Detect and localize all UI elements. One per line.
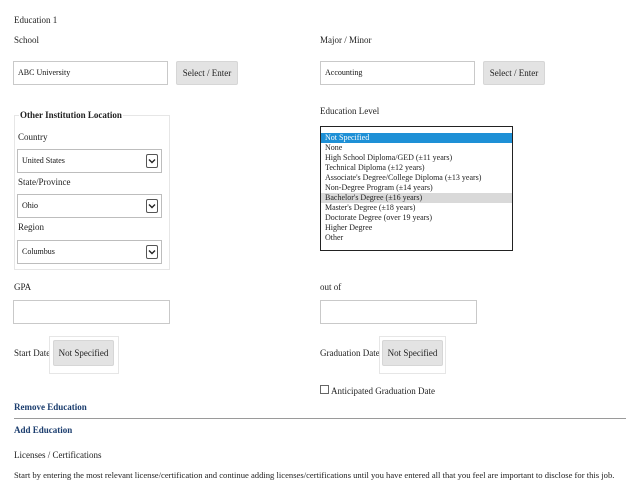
start-date-label: Start Date [14, 348, 51, 358]
anticipated-graduation-label: Anticipated Graduation Date [331, 386, 435, 396]
major-select-button[interactable]: Select / Enter [483, 61, 545, 85]
school-select-button[interactable]: Select / Enter [176, 61, 238, 85]
education-level-label: Education Level [320, 106, 380, 116]
state-label: State/Province [18, 177, 71, 187]
state-select[interactable]: Ohio [17, 194, 162, 218]
gpa-label: GPA [14, 282, 32, 292]
out-of-input[interactable] [320, 300, 477, 324]
graduation-date-button[interactable]: Not Specified [382, 340, 443, 366]
education-level-option[interactable]: Higher Degree [321, 223, 512, 233]
chevron-down-icon [146, 199, 158, 213]
education-level-option[interactable]: Other [321, 233, 512, 243]
region-label: Region [18, 222, 44, 232]
institution-location-heading: Other Institution Location [19, 110, 123, 120]
education-level-option[interactable]: Non-Degree Program (±14 years) [321, 183, 512, 193]
anticipated-graduation-checkbox[interactable] [320, 385, 329, 394]
country-label: Country [18, 132, 48, 142]
section-title: Education 1 [14, 15, 58, 25]
licenses-instructions: Start by entering the most relevant lice… [14, 470, 615, 480]
chevron-down-icon [146, 154, 158, 168]
education-level-option[interactable]: Bachelor's Degree (±16 years) [321, 193, 512, 203]
divider [14, 418, 626, 419]
state-select-value: Ohio [22, 201, 38, 210]
graduation-date-label: Graduation Date [320, 348, 380, 358]
add-education-link[interactable]: Add Education [14, 425, 72, 435]
school-label: School [14, 35, 40, 45]
major-label: Major / Minor [320, 35, 372, 45]
start-date-button[interactable]: Not Specified [53, 340, 114, 366]
major-input[interactable]: Accounting [320, 61, 475, 85]
chevron-down-icon [146, 245, 158, 259]
education-level-option[interactable]: Associate's Degree/College Diploma (±13 … [321, 173, 512, 183]
education-level-listbox[interactable]: Not Specified None High School Diploma/G… [320, 126, 513, 251]
remove-education-link[interactable]: Remove Education [14, 402, 87, 412]
education-level-option[interactable]: Doctorate Degree (over 19 years) [321, 213, 512, 223]
school-input[interactable]: ABC University [13, 61, 168, 85]
education-level-option[interactable]: None [321, 143, 512, 153]
region-select-value: Columbus [22, 247, 55, 256]
licenses-title: Licenses / Certifications [14, 450, 102, 460]
education-level-option[interactable]: High School Diploma/GED (±11 years) [321, 153, 512, 163]
education-level-option[interactable]: Not Specified [321, 133, 512, 143]
country-select-value: United States [22, 156, 65, 165]
education-level-option[interactable]: Master's Degree (±18 years) [321, 203, 512, 213]
country-select[interactable]: United States [17, 149, 162, 173]
education-level-option[interactable]: Technical Diploma (±12 years) [321, 163, 512, 173]
gpa-input[interactable] [13, 300, 170, 324]
out-of-label: out of [320, 282, 342, 292]
region-select[interactable]: Columbus [17, 240, 162, 264]
